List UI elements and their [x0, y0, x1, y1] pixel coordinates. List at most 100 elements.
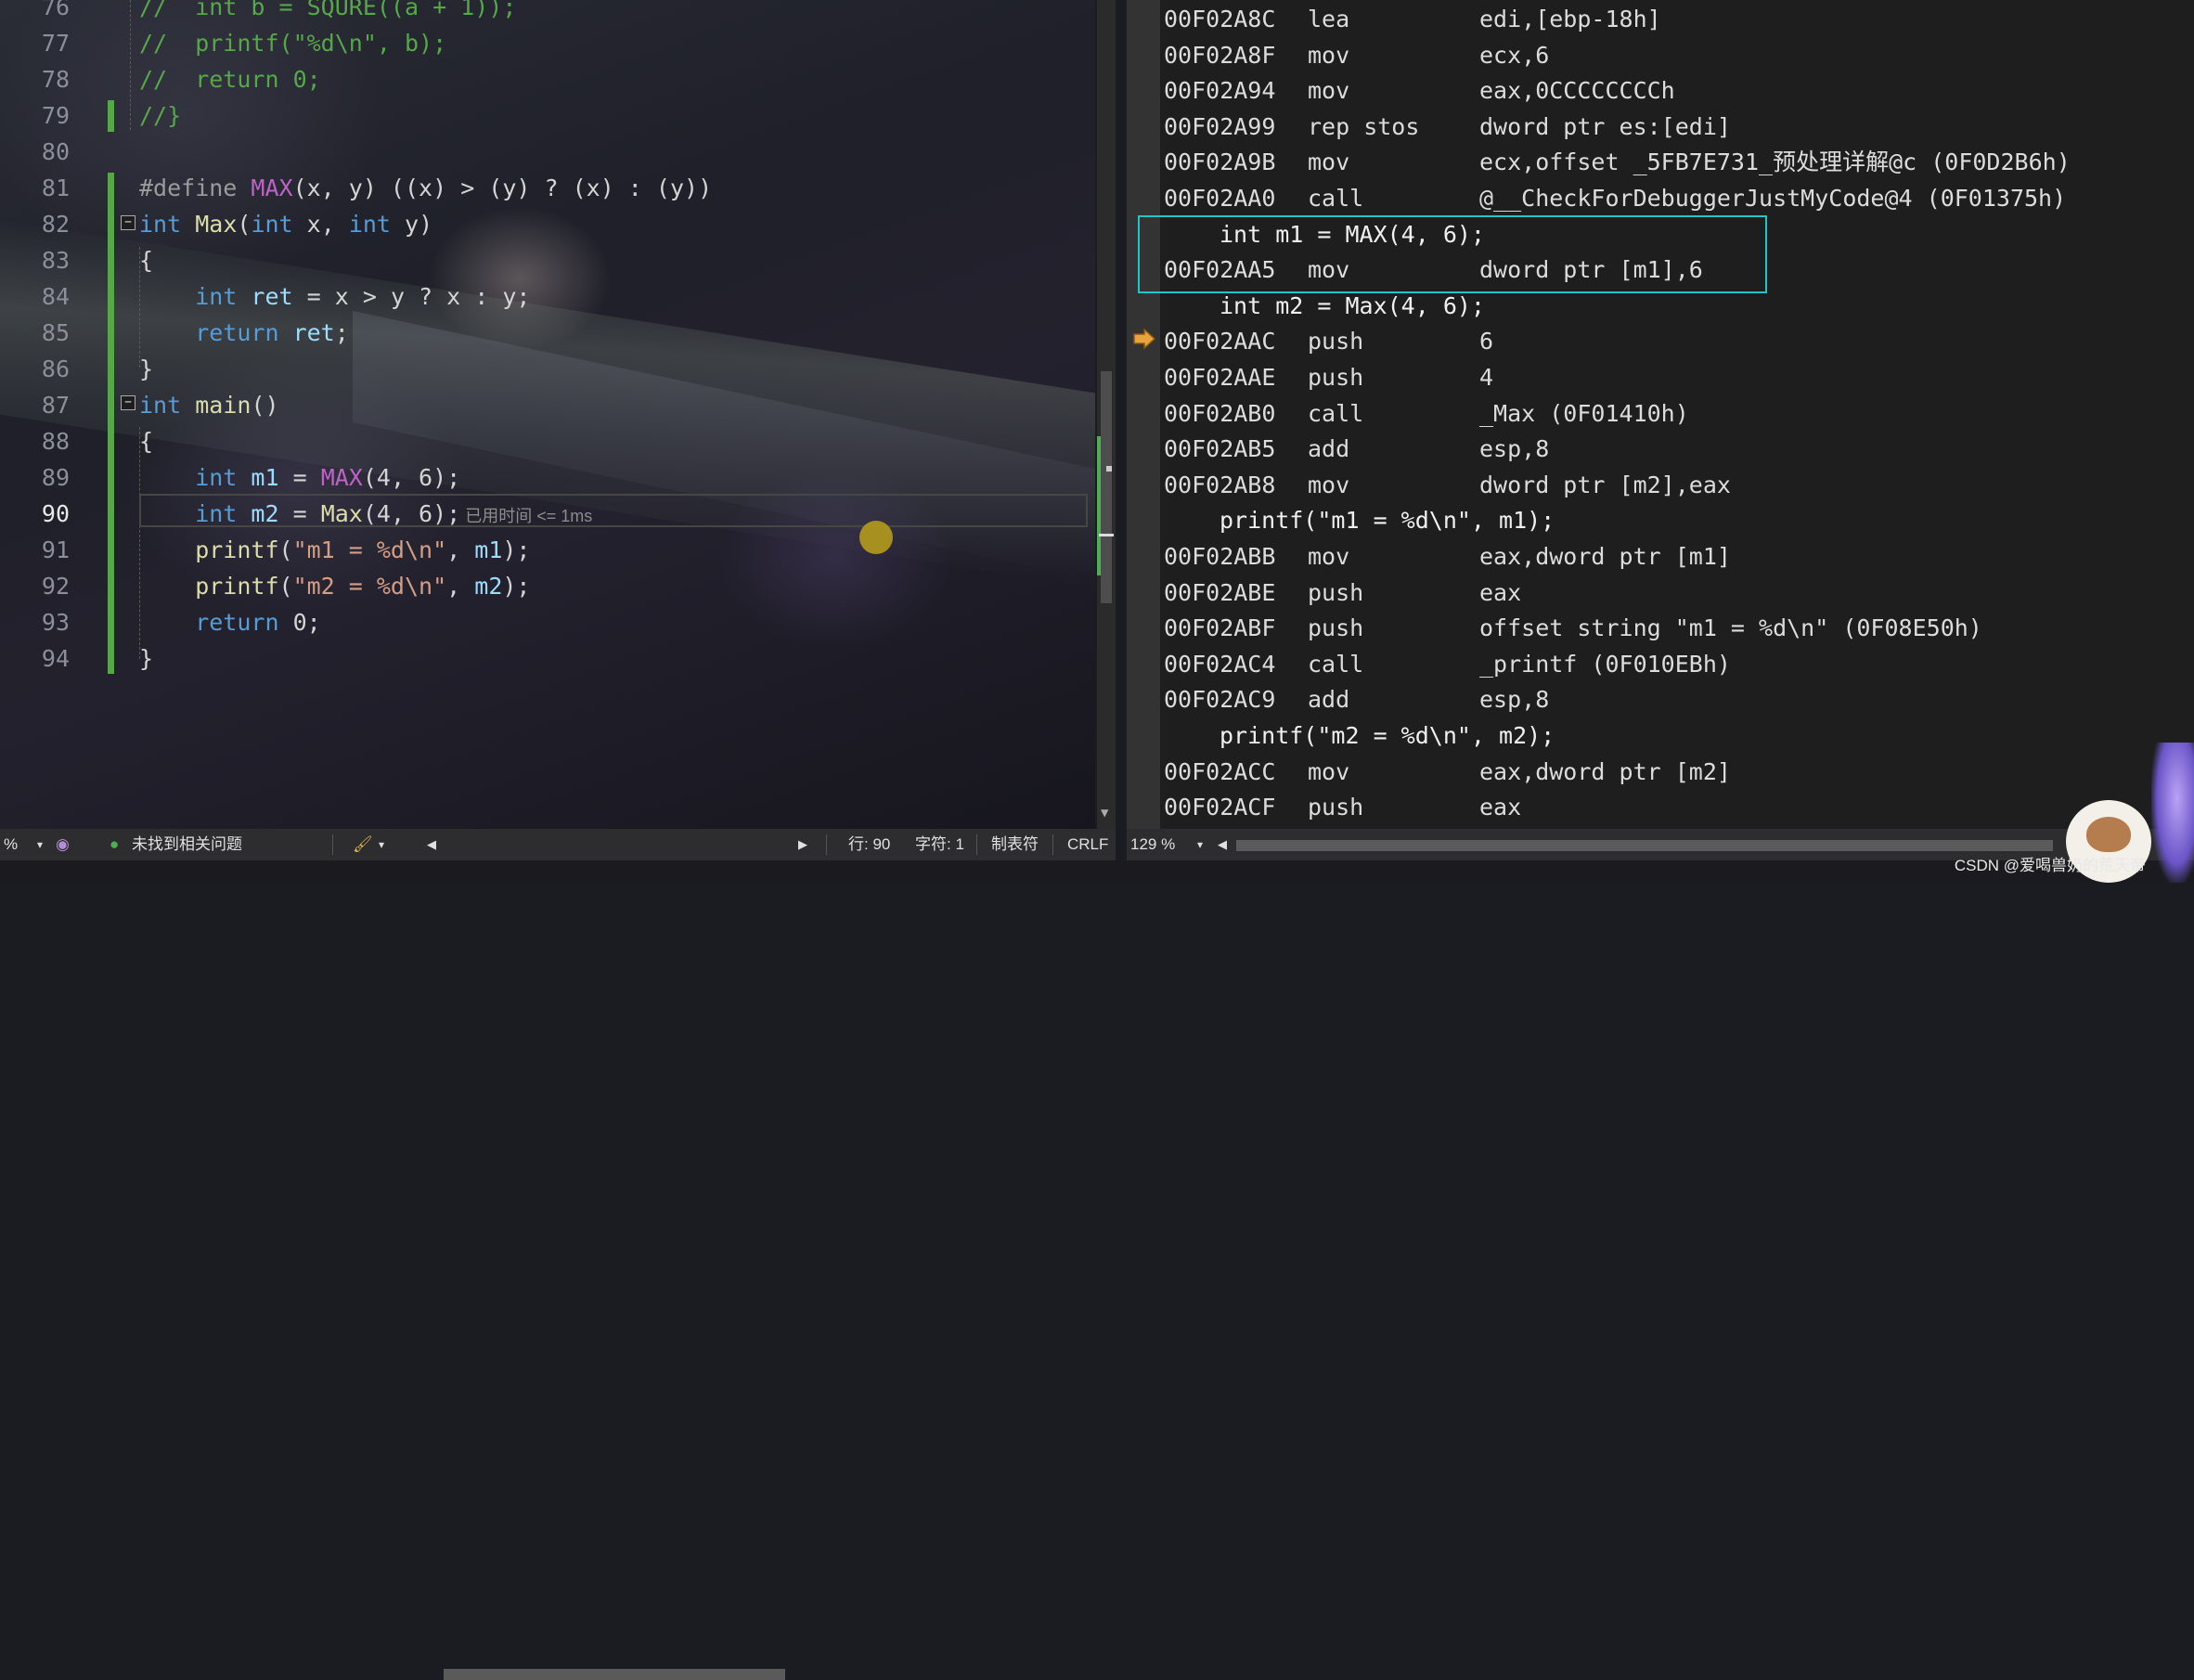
code-token: m1: [251, 464, 293, 491]
instruction-row[interactable]: 00F02A99 rep stos dword ptr es:[edi]: [1164, 109, 2185, 145]
copilot-icon[interactable]: ◉: [56, 829, 70, 860]
zoom-level[interactable]: %: [4, 829, 18, 860]
code-token: printf: [139, 573, 279, 600]
code-text: // printf("%d\n", b);: [139, 25, 446, 61]
scroll-down-arrow-icon[interactable]: ▼: [1101, 806, 1108, 821]
instruction-row[interactable]: 00F02AAC push 6: [1164, 323, 2185, 359]
instruction-opcode: add: [1308, 435, 1350, 463]
scroll-left-arrow-icon[interactable]: ◀: [1218, 829, 1227, 860]
decoration-art: [2151, 743, 2194, 883]
code-line[interactable]: 92 printf("m2 = %d\n", m2);: [0, 568, 1086, 604]
instruction-row[interactable]: 00F02AB8 mov dword ptr [m2],eax: [1164, 467, 2185, 503]
instruction-row[interactable]: 00F02A8F mov ecx,6: [1164, 37, 2185, 73]
instruction-row[interactable]: 00F02AC9 add esp,8: [1164, 681, 2185, 717]
zoom-dropdown-icon[interactable]: ▾: [37, 829, 43, 860]
instruction-row[interactable]: 00F02A9B mov ecx,offset _5FB7E731_预处理详解@c …: [1164, 144, 2185, 180]
code-token: //}: [139, 102, 182, 129]
line-number: 87: [41, 392, 70, 419]
code-line[interactable]: 77 // printf("%d\n", b);: [0, 25, 1086, 61]
code-line[interactable]: 89 int m1 = MAX(4, 6);: [0, 459, 1086, 496]
code-line[interactable]: 90 int m2 = Max(4, 6); 已用时间 <= 1ms: [0, 496, 1086, 532]
line-ending-indicator[interactable]: CRLF: [1067, 829, 1108, 860]
code-editor[interactable]: − − 76// int b = SQURE((a + 1)); 77// pri…: [0, 0, 1095, 829]
tabs-indicator[interactable]: 制表符: [991, 829, 1039, 860]
instruction-row[interactable]: 00F02AA0 call @__CheckForDebuggerJustMyCod…: [1164, 180, 2185, 216]
code-line[interactable]: 94}: [0, 640, 1086, 677]
instruction-operands: dword ptr es:[edi]: [1479, 112, 1731, 140]
code-line[interactable]: 84 int ret = x > y ? x : y;: [0, 278, 1086, 315]
instruction-operands: offset string "m1 = %d\n" (0F08E50h): [1479, 614, 1982, 642]
line-number: 76: [41, 0, 70, 20]
code-line[interactable]: 79 //}: [0, 97, 1086, 134]
horizontal-scrollbar-thumb[interactable]: [444, 1669, 785, 1680]
instruction-row[interactable]: 00F02ABF push offset string "m1 = %d\n" (0…: [1164, 610, 2185, 646]
brush-dropdown-icon[interactable]: ▾: [379, 829, 384, 860]
code-line[interactable]: 91 printf("m1 = %d\n", m1);: [0, 532, 1086, 568]
instruction-row[interactable]: 00F02A8C lea edi,[ebp-18h]: [1164, 1, 2185, 37]
line-number: 92: [41, 573, 70, 600]
code-line[interactable]: 93 return 0;: [0, 604, 1086, 640]
zoom-dropdown-icon[interactable]: ▾: [1197, 829, 1203, 860]
source-text: printf("m2 = %d\n", m2);: [1220, 722, 1555, 749]
code-line[interactable]: 78 // return 0;: [0, 61, 1086, 97]
code-line[interactable]: 86}: [0, 351, 1086, 387]
scrollbar-marker-dot: [1106, 466, 1112, 472]
code-line[interactable]: 88 {: [0, 423, 1086, 459]
instruction-row[interactable]: 00F02AC4 call _printf (0F010EBh): [1164, 646, 2185, 682]
code-token: return: [139, 609, 293, 636]
code-token: (4, 6);: [362, 500, 461, 527]
instruction-address: 00F02A8C: [1164, 6, 1276, 32]
instruction-row[interactable]: 00F02ACC mov eax,dword ptr [m2]: [1164, 754, 2185, 790]
code-line[interactable]: 87 int main(): [0, 387, 1086, 423]
scrollbar-thumb[interactable]: [1101, 371, 1112, 603]
line-number: 94: [41, 645, 70, 672]
instruction-opcode: mov: [1308, 471, 1350, 498]
code-text: int ret = x > y ? x : y;: [139, 278, 530, 315]
source-line[interactable]: printf("m1 = %d\n", m1);: [1164, 502, 2185, 538]
editor-vertical-scrollbar[interactable]: ▼: [1097, 0, 1116, 829]
code-token: ret: [251, 283, 307, 310]
disassembly-margin[interactable]: [1127, 0, 1160, 829]
code-token: // return 0;: [139, 66, 321, 93]
code-line[interactable]: 76 // int b = SQURE((a + 1));: [0, 0, 1086, 25]
divider: [826, 834, 827, 855]
instruction-opcode: push: [1308, 794, 1364, 821]
instruction-row[interactable]: 00F02ABB mov eax,dword ptr [m1]: [1164, 538, 2185, 575]
instruction-row[interactable]: 00F02AB0 call _Max (0F01410h): [1164, 395, 2185, 432]
disassembly-scrollbar[interactable]: [2175, 0, 2194, 829]
code-line[interactable]: 80: [0, 134, 1086, 170]
instruction-address: 00F02ABB: [1164, 543, 1276, 570]
disassembly-view[interactable]: 00F02A8C lea edi,[ebp-18h] 00F02A8F mov ecx,6…: [1127, 0, 2194, 829]
code-text: //}: [139, 97, 181, 134]
instruction-row[interactable]: 00F02ABE push eax: [1164, 575, 2185, 611]
instruction-row[interactable]: 00F02A94 mov eax,0CCCCCCCCh: [1164, 72, 2185, 109]
source-line[interactable]: printf("m2 = %d\n", m2);: [1164, 717, 2185, 754]
instruction-row[interactable]: 00F02AB5 add esp,8: [1164, 431, 2185, 467]
instruction-row[interactable]: 00F02AAE push 4: [1164, 359, 2185, 395]
code-token: (4, 6);: [362, 464, 461, 491]
instruction-operands: 4: [1479, 364, 1494, 391]
line-number: 90: [41, 500, 70, 527]
instruction-opcode: mov: [1308, 757, 1350, 785]
instruction-opcode: call: [1308, 185, 1364, 212]
line-indicator[interactable]: 行: 90: [848, 829, 890, 860]
scroll-left-arrow-icon[interactable]: ◀: [427, 829, 436, 860]
code-line[interactable]: 85 return ret;: [0, 315, 1086, 351]
column-indicator[interactable]: 字符: 1: [915, 829, 964, 860]
code-line[interactable]: 83 {: [0, 242, 1086, 278]
zoom-level[interactable]: 129 %: [1130, 829, 1175, 860]
instruction-row[interactable]: 00F02ACF push eax: [1164, 789, 2185, 825]
instruction-opcode: mov: [1308, 543, 1350, 570]
scroll-right-arrow-icon[interactable]: ▶: [798, 829, 807, 860]
code-line[interactable]: 81 #define MAX(x, y) ((x) > (y) ? (x) : (…: [0, 170, 1086, 206]
code-token: // int b = SQURE((a + 1));: [139, 0, 517, 20]
instruction-operands: eax,dword ptr [m1]: [1479, 543, 1731, 570]
issues-status[interactable]: 未找到相关问题: [132, 829, 242, 860]
scrollbar-caret-marker: [1099, 534, 1114, 536]
horizontal-scrollbar-thumb[interactable]: [1236, 840, 2053, 851]
instruction-address: 00F02AB0: [1164, 399, 1276, 427]
code-line[interactable]: 82 int Max(int x, int y): [0, 206, 1086, 242]
brush-icon[interactable]: 🖌: [353, 829, 373, 860]
code-text: return 0;: [139, 604, 320, 640]
code-token: (: [278, 536, 293, 563]
